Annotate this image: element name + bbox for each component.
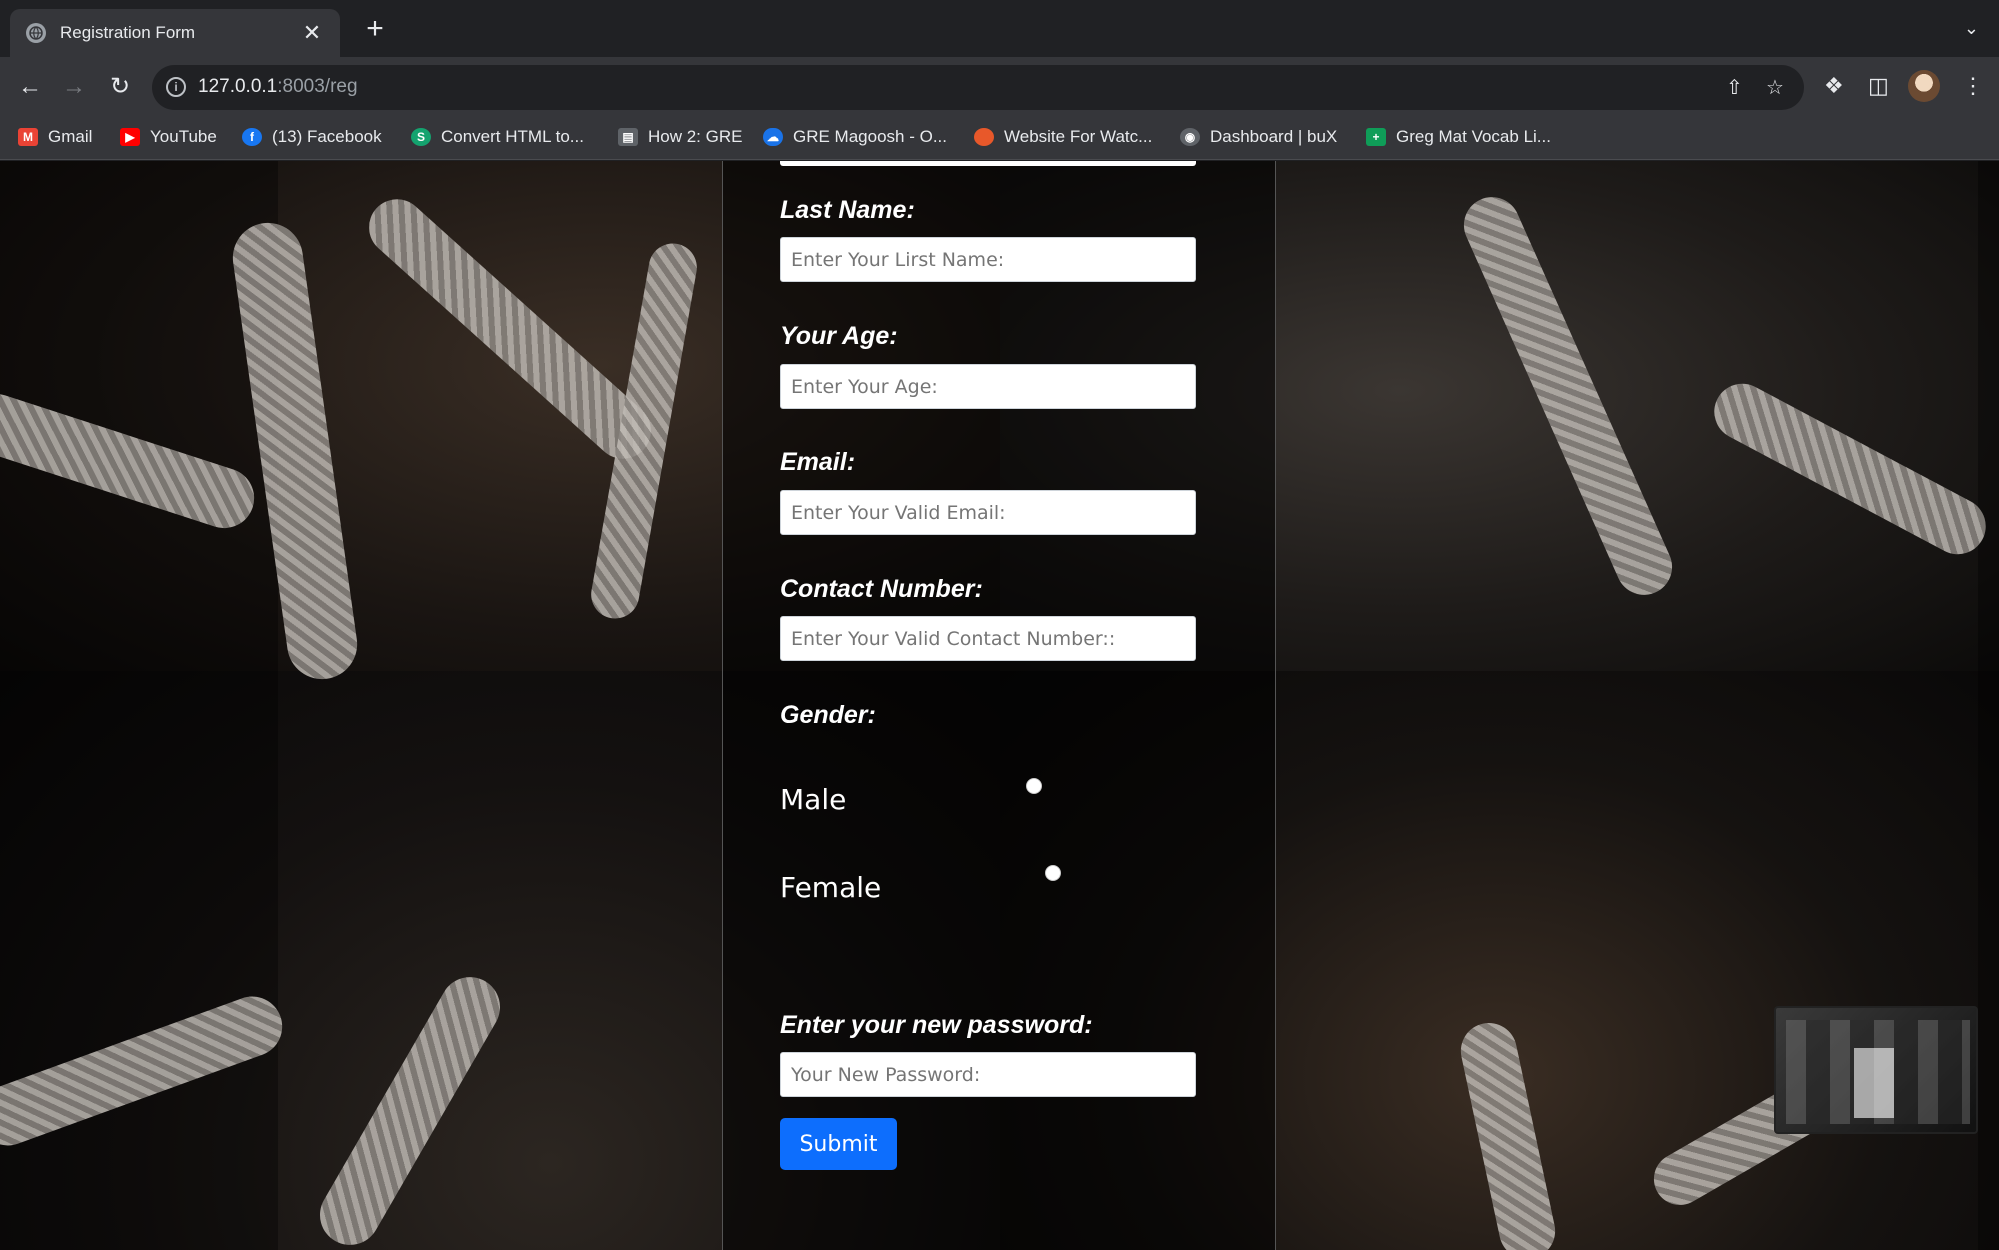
new-tab-button[interactable]: + [360,14,390,44]
page-viewport: Last Name: Your Age: Email: Contact Numb… [0,161,1999,1250]
male-radio[interactable] [1026,778,1042,794]
bookmark-greg-mat-vocab[interactable]: + Greg Mat Vocab Li... [1366,127,1551,147]
tab-strip: Registration Form ✕ + ⌄ [0,0,1999,57]
bookmark-youtube[interactable]: ▶ YouTube [120,127,217,147]
back-icon[interactable]: ← [14,71,46,103]
website-icon [974,128,994,146]
age-input[interactable] [780,364,1196,409]
email-label: Email: [780,448,856,476]
site-info-icon[interactable]: i [166,77,186,97]
registration-form: Last Name: Your Age: Email: Contact Numb… [722,161,1276,1250]
url-text: 127.0.0.1:8003/reg [198,76,358,97]
tab-registration-form[interactable]: Registration Form ✕ [10,9,340,57]
browser-toolbar: ← → ↻ i 127.0.0.1:8003/reg ⇧ ☆ ❖ ◫ ⋮ [0,57,1999,117]
gender-label: Gender: [780,701,876,729]
bookmark-how2-gre[interactable]: ▤ How 2: GRE [618,127,742,147]
dashboard-icon: ◉ [1180,128,1200,146]
extensions-puzzle-icon[interactable]: ❖ [1824,73,1844,99]
age-label: Your Age: [780,322,898,350]
bookmark-facebook[interactable]: f (13) Facebook [242,127,382,147]
close-tab-icon[interactable]: ✕ [300,20,324,46]
last-name-input[interactable] [780,237,1196,282]
gmail-icon: M [18,128,38,146]
bookmark-dashboard-bux[interactable]: ◉ Dashboard | buX [1180,127,1337,147]
bookmark-gre-magoosh[interactable]: ☁ GRE Magoosh - O... [763,127,947,147]
bookmark-convert-html[interactable]: S Convert HTML to... [411,127,584,147]
tab-title: Registration Form [60,23,196,42]
password-input[interactable] [780,1052,1196,1097]
submit-button[interactable]: Submit [780,1118,897,1170]
cloud-icon: ☁ [763,128,783,146]
password-label: Enter your new password: [780,1011,1093,1039]
reload-icon[interactable]: ↻ [104,71,136,103]
more-menu-icon[interactable]: ⋮ [1962,73,1984,99]
male-label: Male [780,783,847,816]
youtube-icon: ▶ [120,128,140,146]
bookmark-website-for-watch[interactable]: Website For Watc... [974,127,1152,147]
sheets-icon: + [1366,128,1386,146]
last-name-label: Last Name: [780,196,915,224]
bookmarks-bar: M Gmail ▶ YouTube f (13) Facebook S Convert … [0,117,1999,160]
side-panel-icon[interactable]: ◫ [1868,73,1889,99]
bookmark-star-icon[interactable]: ☆ [1766,75,1784,100]
contact-number-input[interactable] [780,616,1196,661]
address-bar[interactable]: i 127.0.0.1:8003/reg ⇧ ☆ [152,65,1804,110]
forward-icon[interactable]: → [58,71,90,103]
facebook-icon: f [242,128,262,146]
contact-number-label: Contact Number: [780,575,983,603]
female-label: Female [780,871,882,904]
email-input[interactable] [780,490,1196,535]
female-radio[interactable] [1045,865,1061,881]
bookmark-gmail[interactable]: M Gmail [18,127,92,147]
picture-in-picture-preview[interactable] [1774,1006,1978,1134]
convert-icon: S [411,128,431,146]
background-strip-right [1978,161,1999,1250]
share-icon[interactable]: ⇧ [1726,75,1743,100]
first-name-input-edge[interactable] [780,161,1196,166]
document-icon: ▤ [618,128,638,146]
profile-avatar[interactable] [1908,70,1940,102]
globe-icon [26,23,46,43]
preview-form-thumbnail [1854,1048,1894,1118]
tab-search-chevron-icon[interactable]: ⌄ [1964,18,1979,39]
